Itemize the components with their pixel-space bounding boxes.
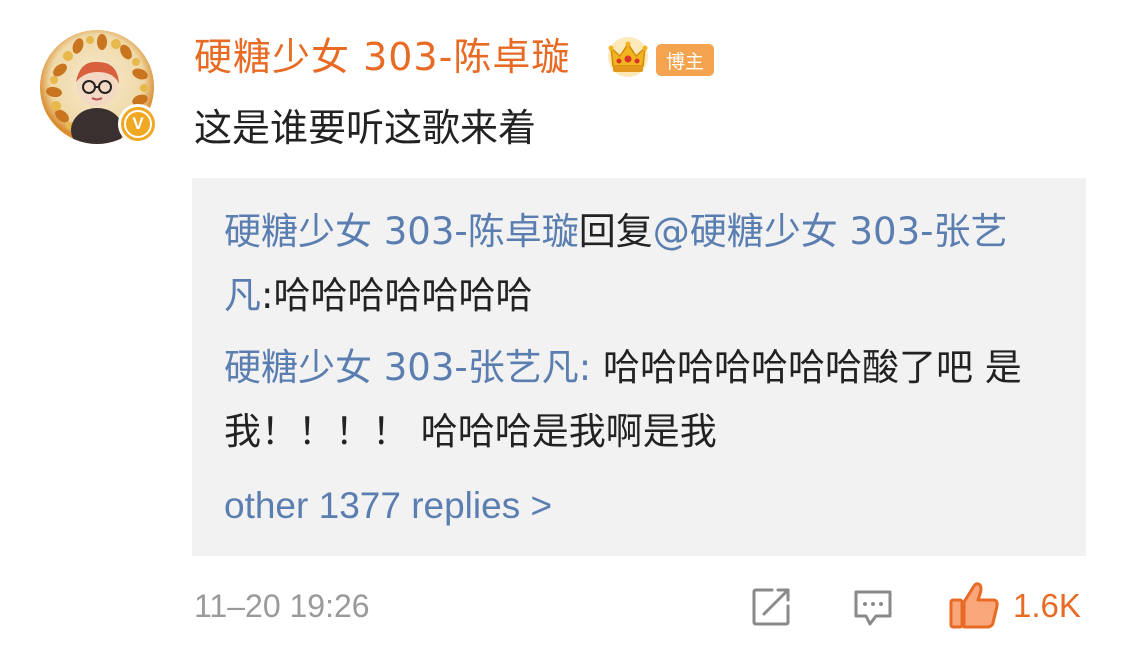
comment-icon[interactable]: [850, 584, 896, 630]
verified-icon: V: [118, 104, 158, 144]
crown-icon: [608, 37, 648, 77]
comment-text: 这是谁要听这歌来着: [194, 106, 537, 150]
blogger-badge: 博主: [656, 44, 714, 76]
timestamp: 11–20 19:26: [194, 588, 370, 624]
avatar[interactable]: V: [40, 30, 158, 148]
reply-author-link[interactable]: 硬糖少女 303-张艺凡: [224, 346, 579, 389]
username-link[interactable]: 硬糖少女 303-陈卓璇: [194, 32, 570, 82]
reply-connector: 回复: [578, 210, 653, 253]
reply-box[interactable]: 硬糖少女 303-陈卓璇回复@硬糖少女 303-张艺凡:哈哈哈哈哈哈哈 硬糖少女…: [192, 178, 1086, 556]
reply-author-link[interactable]: 硬糖少女 303-陈卓璇: [224, 210, 579, 253]
weibo-comment: V 硬糖少女 303-陈卓璇 博主 这是谁要听这歌来着 硬糖少女 303-陈卓璇…: [0, 0, 1124, 650]
share-icon[interactable]: [748, 584, 794, 630]
reply-item[interactable]: 硬糖少女 303-张艺凡: 哈哈哈哈哈哈哈酸了吧 是我！！！！ 哈哈哈是我啊是我: [224, 336, 1054, 464]
reply-text: :哈哈哈哈哈哈哈: [261, 274, 533, 317]
reply-separator: :: [578, 346, 603, 389]
like-icon[interactable]: [948, 580, 1000, 630]
more-replies-link[interactable]: other 1377 replies >: [224, 476, 552, 536]
reply-item[interactable]: 硬糖少女 303-陈卓璇回复@硬糖少女 303-张艺凡:哈哈哈哈哈哈哈: [224, 200, 1054, 328]
like-count: 1.6K: [1013, 587, 1081, 624]
